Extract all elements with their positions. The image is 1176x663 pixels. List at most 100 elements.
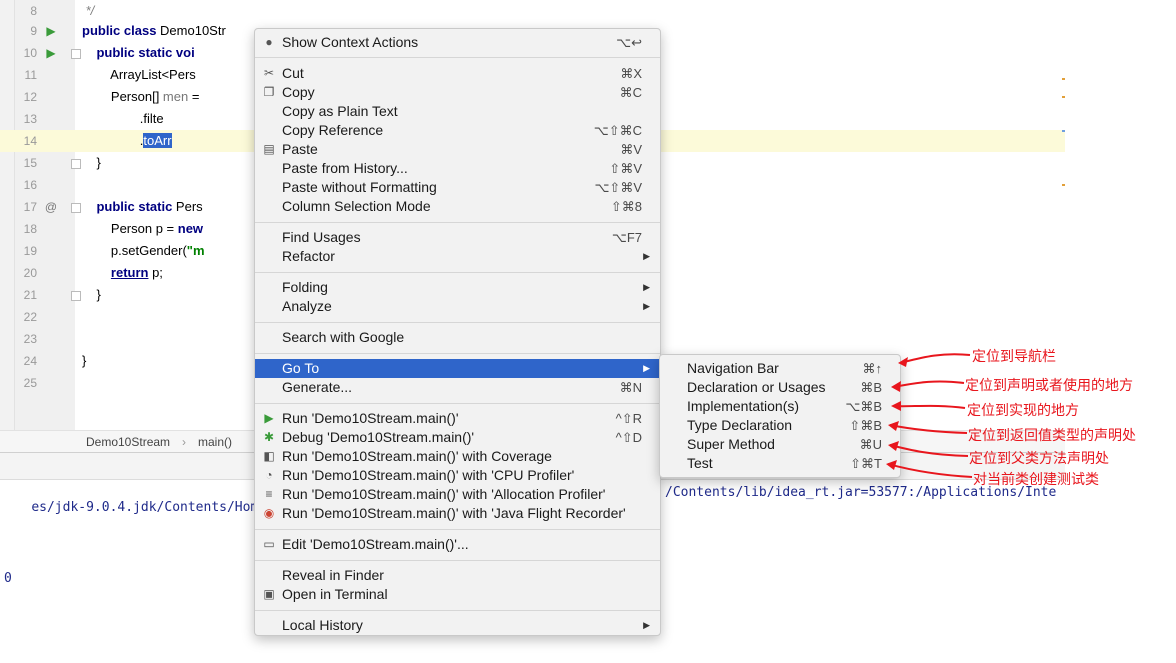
menu-item-show-context-actions[interactable]: ● Show Context Actions ⌥↩ bbox=[255, 33, 660, 52]
menu-item-debug[interactable]: ✱ Debug 'Demo10Stream.main()' ^⇧D bbox=[255, 428, 660, 447]
code-text: } bbox=[82, 155, 101, 170]
annotation-navigation-bar: 定位到导航栏 bbox=[972, 349, 1056, 365]
submenu-item-test[interactable]: Test ⇧⌘T bbox=[660, 454, 900, 473]
error-stripe-marker[interactable] bbox=[1062, 78, 1065, 80]
error-stripe-marker[interactable] bbox=[1062, 184, 1065, 186]
console-exit-code: 0 bbox=[4, 571, 12, 586]
menu-item-reveal-in-finder[interactable]: Reveal in Finder bbox=[255, 566, 660, 585]
line-number: 8 bbox=[30, 4, 37, 18]
menu-separator bbox=[255, 560, 660, 561]
fold-icon[interactable] bbox=[71, 159, 81, 169]
line-number: 9 bbox=[30, 24, 37, 38]
line-number: 18 bbox=[23, 222, 37, 236]
error-stripe-marker[interactable] bbox=[1062, 96, 1065, 98]
code-text: public class Demo10Str bbox=[82, 23, 226, 38]
fold-icon[interactable] bbox=[71, 203, 81, 213]
context-menu: ● Show Context Actions ⌥↩ ✂ Cut ⌘X ❐ Cop… bbox=[254, 28, 661, 636]
submenu-arrow-icon: ▶ bbox=[643, 301, 650, 311]
menu-item-run-flight-recorder[interactable]: ◉ Run 'Demo10Stream.main()' with 'Java F… bbox=[255, 504, 660, 523]
submenu-arrow-icon: ▶ bbox=[643, 251, 650, 261]
menu-item-refactor[interactable]: Refactor ▶ bbox=[255, 247, 660, 266]
code-text: } bbox=[82, 353, 87, 368]
code-text: Person p = new bbox=[82, 221, 204, 236]
clipboard-icon: ▤ bbox=[263, 142, 275, 156]
fold-icon[interactable] bbox=[71, 291, 81, 301]
menu-item-column-selection-mode[interactable]: Column Selection Mode ⇧⌘8 bbox=[255, 197, 660, 216]
code-text: */ bbox=[82, 3, 95, 18]
menu-item-folding[interactable]: Folding ▶ bbox=[255, 278, 660, 297]
code-text: Person[] men = bbox=[82, 89, 200, 104]
menu-item-search-with-google[interactable]: Search with Google bbox=[255, 328, 660, 347]
goto-submenu: Navigation Bar ⌘↑ Declaration or Usages … bbox=[659, 354, 901, 478]
code-text: return p; bbox=[110, 265, 163, 280]
run-gutter-icon[interactable]: ▶ bbox=[44, 20, 58, 42]
line-number: 10 bbox=[23, 46, 37, 60]
menu-separator bbox=[255, 322, 660, 323]
menu-item-go-to[interactable]: Go To ▶ bbox=[255, 359, 660, 378]
menu-item-analyze[interactable]: Analyze ▶ bbox=[255, 297, 660, 316]
line-number: 21 bbox=[23, 288, 37, 302]
bug-icon: ✱ bbox=[263, 430, 275, 444]
menu-item-paste[interactable]: ▤ Paste ⌘V bbox=[255, 140, 660, 159]
menu-item-run-cpu-profiler[interactable]: ◔ Run 'Demo10Stream.main()' with 'CPU Pr… bbox=[255, 466, 660, 485]
submenu-item-type-declaration[interactable]: Type Declaration ⇧⌘B bbox=[660, 416, 900, 435]
allocation-profiler-icon: ≡ bbox=[265, 487, 273, 501]
line-number: 22 bbox=[23, 310, 37, 324]
line-number: 16 bbox=[23, 178, 37, 192]
line-number: 19 bbox=[23, 244, 37, 258]
submenu-item-implementations[interactable]: Implementation(s) ⌥⌘B bbox=[660, 397, 900, 416]
menu-item-copy-reference[interactable]: Copy Reference ⌥⇧⌘C bbox=[255, 121, 660, 140]
menu-item-paste-from-history[interactable]: Paste from History... ⇧⌘V bbox=[255, 159, 660, 178]
annotation-type-declaration: 定位到返回值类型的声明处 bbox=[968, 428, 1136, 444]
line-number: 23 bbox=[23, 332, 37, 346]
menu-separator bbox=[255, 353, 660, 354]
menu-item-edit-configuration[interactable]: ▭ Edit 'Demo10Stream.main()'... bbox=[255, 535, 660, 554]
submenu-item-declaration-or-usages[interactable]: Declaration or Usages ⌘B bbox=[660, 378, 900, 397]
line-number: 13 bbox=[23, 112, 37, 126]
code-text: public static Pers bbox=[96, 199, 203, 214]
annotation-implementation: 定位到实现的地方 bbox=[967, 403, 1079, 419]
line-number: 25 bbox=[23, 376, 37, 390]
code-line[interactable]: 8 */ bbox=[0, 0, 1065, 22]
annotation-test: 对当前类创建测试类 bbox=[973, 472, 1099, 488]
menu-item-run-coverage[interactable]: ◧ Run 'Demo10Stream.main()' with Coverag… bbox=[255, 447, 660, 466]
annotation-declaration: 定位到声明或者使用的地方 bbox=[965, 378, 1133, 394]
code-text: ArrayList<Pers bbox=[82, 67, 196, 82]
console-text-left: es/jdk-9.0.4.jdk/Contents/Home/b bbox=[31, 500, 282, 515]
code-text: .toArr bbox=[139, 133, 172, 148]
code-text: .filte bbox=[82, 111, 164, 126]
scissors-icon: ✂ bbox=[263, 66, 275, 80]
menu-item-find-usages[interactable]: Find Usages ⌥F7 bbox=[255, 228, 660, 247]
submenu-arrow-icon: ▶ bbox=[643, 282, 650, 292]
line-number: 15 bbox=[23, 156, 37, 170]
menu-separator bbox=[255, 403, 660, 404]
submenu-item-super-method[interactable]: Super Method ⌘U bbox=[660, 435, 900, 454]
coverage-icon: ◧ bbox=[263, 449, 275, 463]
menu-item-run[interactable]: ▶ Run 'Demo10Stream.main()' ^⇧R bbox=[255, 409, 660, 428]
menu-item-copy[interactable]: ❐ Copy ⌘C bbox=[255, 83, 660, 102]
menu-separator bbox=[255, 272, 660, 273]
menu-item-cut[interactable]: ✂ Cut ⌘X bbox=[255, 64, 660, 83]
terminal-icon: ▣ bbox=[263, 587, 275, 601]
menu-item-open-in-terminal[interactable]: ▣ Open in Terminal bbox=[255, 585, 660, 604]
menu-item-copy-plain-text[interactable]: Copy as Plain Text bbox=[255, 102, 660, 121]
breadcrumb-class[interactable]: Demo10Stream bbox=[86, 431, 170, 453]
fold-icon[interactable] bbox=[71, 49, 81, 59]
code-text: public static voi bbox=[96, 45, 195, 60]
menu-item-paste-without-formatting[interactable]: Paste without Formatting ⌥⇧⌘V bbox=[255, 178, 660, 197]
menu-item-run-allocation-profiler[interactable]: ≡ Run 'Demo10Stream.main()' with 'Alloca… bbox=[255, 485, 660, 504]
console-output-line: es/jdk-9.0.4.jdk/Contents/Home/b/Content… bbox=[0, 485, 1056, 530]
line-number: 12 bbox=[23, 90, 37, 104]
run-icon: ▶ bbox=[264, 411, 274, 425]
line-number: 24 bbox=[23, 354, 37, 368]
submenu-item-navigation-bar[interactable]: Navigation Bar ⌘↑ bbox=[660, 359, 900, 378]
breadcrumb-method[interactable]: main() bbox=[198, 431, 232, 453]
error-stripe-marker[interactable] bbox=[1062, 130, 1065, 132]
menu-item-local-history[interactable]: Local History ▶ bbox=[255, 616, 660, 635]
menu-item-generate[interactable]: Generate... ⌘N bbox=[255, 378, 660, 397]
run-gutter-icon[interactable]: ▶ bbox=[44, 42, 58, 64]
annotation-super-method: 定位到父类方法声明处 bbox=[969, 451, 1109, 467]
menu-separator bbox=[255, 610, 660, 611]
menu-separator bbox=[255, 222, 660, 223]
code-text: } bbox=[82, 287, 101, 302]
